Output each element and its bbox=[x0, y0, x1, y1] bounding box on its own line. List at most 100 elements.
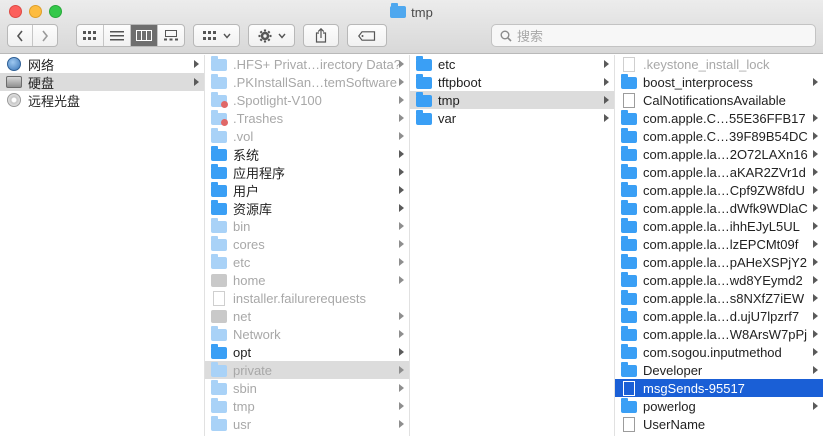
column-item[interactable]: com.apple.la…wd8YEymd2 bbox=[615, 271, 823, 289]
action-menu-button[interactable] bbox=[248, 24, 295, 47]
column-item[interactable]: tmp bbox=[410, 91, 614, 109]
column-item[interactable]: com.apple.la…dWfk9WDlaC bbox=[615, 199, 823, 217]
column-private: etc tftpboot tmp var bbox=[410, 55, 615, 436]
column-item[interactable]: com.apple.la…Cpf9ZW8fdU bbox=[615, 181, 823, 199]
column-item[interactable]: com.apple.C…55E36FFB17 bbox=[615, 109, 823, 127]
disclosure-arrow-icon bbox=[399, 420, 404, 428]
forward-button[interactable] bbox=[33, 25, 57, 46]
tag-button[interactable] bbox=[347, 24, 387, 47]
column-item[interactable]: .Trashes bbox=[205, 109, 409, 127]
column-item[interactable]: .vol bbox=[205, 127, 409, 145]
folder-icon bbox=[621, 289, 637, 305]
disclosure-arrow-icon bbox=[813, 150, 818, 158]
column-item[interactable]: com.apple.la…ihhEJyL5UL bbox=[615, 217, 823, 235]
column-item[interactable]: com.apple.la…s8NXfZ7iEW bbox=[615, 289, 823, 307]
folder-icon bbox=[621, 361, 637, 377]
disclosure-arrow-icon bbox=[813, 78, 818, 86]
column-item[interactable]: com.sogou.inputmethod bbox=[615, 343, 823, 361]
column-item-label: home bbox=[233, 272, 266, 288]
column-item-label: com.apple.la…s8NXfZ7iEW bbox=[643, 290, 805, 306]
disclosure-arrow-icon bbox=[399, 348, 404, 356]
column-item[interactable]: boost_interprocess bbox=[615, 73, 823, 91]
column-item[interactable]: powerlog bbox=[615, 397, 823, 415]
column-item[interactable]: Network bbox=[205, 325, 409, 343]
column-item[interactable]: installer.failurerequests bbox=[205, 289, 409, 307]
column-item[interactable]: etc bbox=[410, 55, 614, 73]
column-item[interactable]: 网络 bbox=[0, 55, 204, 73]
column-item[interactable]: bin bbox=[205, 217, 409, 235]
column-item[interactable]: .PKInstallSan…temSoftware bbox=[205, 73, 409, 91]
column-item[interactable]: .Spotlight-V100 bbox=[205, 91, 409, 109]
column-item[interactable]: home bbox=[205, 271, 409, 289]
column-item[interactable]: tftpboot bbox=[410, 73, 614, 91]
column-item[interactable]: 远程光盘 bbox=[0, 91, 204, 109]
disclosure-arrow-icon bbox=[813, 222, 818, 230]
column-item[interactable]: cores bbox=[205, 235, 409, 253]
column-item[interactable]: 资源库 bbox=[205, 199, 409, 217]
search-field[interactable]: 搜索 bbox=[491, 24, 816, 47]
list-view-button[interactable] bbox=[104, 25, 131, 46]
disclosure-arrow-icon bbox=[604, 78, 609, 86]
column-item[interactable]: net bbox=[205, 307, 409, 325]
share-button[interactable] bbox=[303, 24, 339, 47]
hard-disk-icon bbox=[6, 76, 22, 88]
column-view-button[interactable] bbox=[131, 25, 158, 46]
column-item-label: msgSends-95517 bbox=[643, 380, 745, 396]
column-item-label: 远程光盘 bbox=[28, 93, 81, 109]
file-icon bbox=[623, 380, 635, 396]
icon-view-button[interactable] bbox=[77, 25, 104, 46]
column-item[interactable]: Developer bbox=[615, 361, 823, 379]
library-folder-icon bbox=[211, 199, 227, 215]
column-item[interactable]: com.apple.la…lzEPCMt09f bbox=[615, 235, 823, 253]
folder-icon bbox=[621, 145, 637, 161]
disclosure-arrow-icon bbox=[399, 114, 404, 122]
column-item[interactable]: 硬盘 bbox=[0, 73, 204, 91]
group-by-button[interactable] bbox=[193, 24, 240, 47]
column-item[interactable]: sbin bbox=[205, 379, 409, 397]
column-item[interactable]: var bbox=[410, 109, 614, 127]
back-button[interactable] bbox=[8, 25, 33, 46]
folder-icon bbox=[621, 307, 637, 323]
column-item[interactable]: msgSends-95517 bbox=[615, 379, 823, 397]
column-item-label: com.apple.la…ihhEJyL5UL bbox=[643, 218, 800, 234]
column-item[interactable]: 用户 bbox=[205, 181, 409, 199]
disclosure-arrow-icon bbox=[813, 276, 818, 284]
column-item[interactable]: .HFS+ Privat…irectory Data? bbox=[205, 55, 409, 73]
column-item[interactable]: com.apple.la…W8ArsW7pPj bbox=[615, 325, 823, 343]
list-view-icon bbox=[110, 30, 124, 40]
tag-icon bbox=[358, 30, 376, 41]
disclosure-arrow-icon bbox=[813, 186, 818, 194]
column-item[interactable]: tmp bbox=[205, 397, 409, 415]
column-item[interactable]: usr bbox=[205, 415, 409, 433]
column-item[interactable]: opt bbox=[205, 343, 409, 361]
restricted-folder-icon bbox=[211, 109, 228, 126]
disclosure-arrow-icon bbox=[194, 78, 199, 86]
column-item[interactable]: UserName bbox=[615, 415, 823, 433]
column-item[interactable]: private bbox=[205, 361, 409, 379]
disclosure-arrow-icon bbox=[399, 276, 404, 284]
column-item-label: etc bbox=[233, 254, 251, 270]
disclosure-arrow-icon bbox=[399, 60, 404, 68]
column-item-label: 硬盘 bbox=[28, 75, 55, 91]
column-item-label: etc bbox=[438, 56, 456, 72]
column-item-label: net bbox=[233, 308, 252, 324]
column-item[interactable]: com.apple.la…aKAR2ZVr1d bbox=[615, 163, 823, 181]
column-item[interactable]: com.apple.la…d.ujU7lpzrf7 bbox=[615, 307, 823, 325]
column-item[interactable]: CalNotificationsAvailable bbox=[615, 91, 823, 109]
file-icon bbox=[623, 56, 635, 72]
gallery-view-icon bbox=[164, 30, 178, 41]
column-item-label: com.apple.la…dWfk9WDlaC bbox=[643, 200, 808, 216]
disclosure-arrow-icon bbox=[399, 330, 404, 338]
column-item[interactable]: com.apple.C…39F89B54DC bbox=[615, 127, 823, 145]
column-item[interactable]: .keystone_install_lock bbox=[615, 55, 823, 73]
column-item[interactable]: 系统 bbox=[205, 145, 409, 163]
folder-icon bbox=[621, 199, 637, 215]
column-item-label: com.apple.la…d.ujU7lpzrf7 bbox=[643, 308, 800, 324]
folder-icon bbox=[621, 181, 637, 197]
column-item-label: bin bbox=[233, 218, 251, 234]
column-item[interactable]: com.apple.la…pAHeXSPjY2 bbox=[615, 253, 823, 271]
column-item[interactable]: etc bbox=[205, 253, 409, 271]
column-item[interactable]: com.apple.la…2O72LAXn16 bbox=[615, 145, 823, 163]
gallery-view-button[interactable] bbox=[158, 25, 184, 46]
column-item[interactable]: 应用程序 bbox=[205, 163, 409, 181]
